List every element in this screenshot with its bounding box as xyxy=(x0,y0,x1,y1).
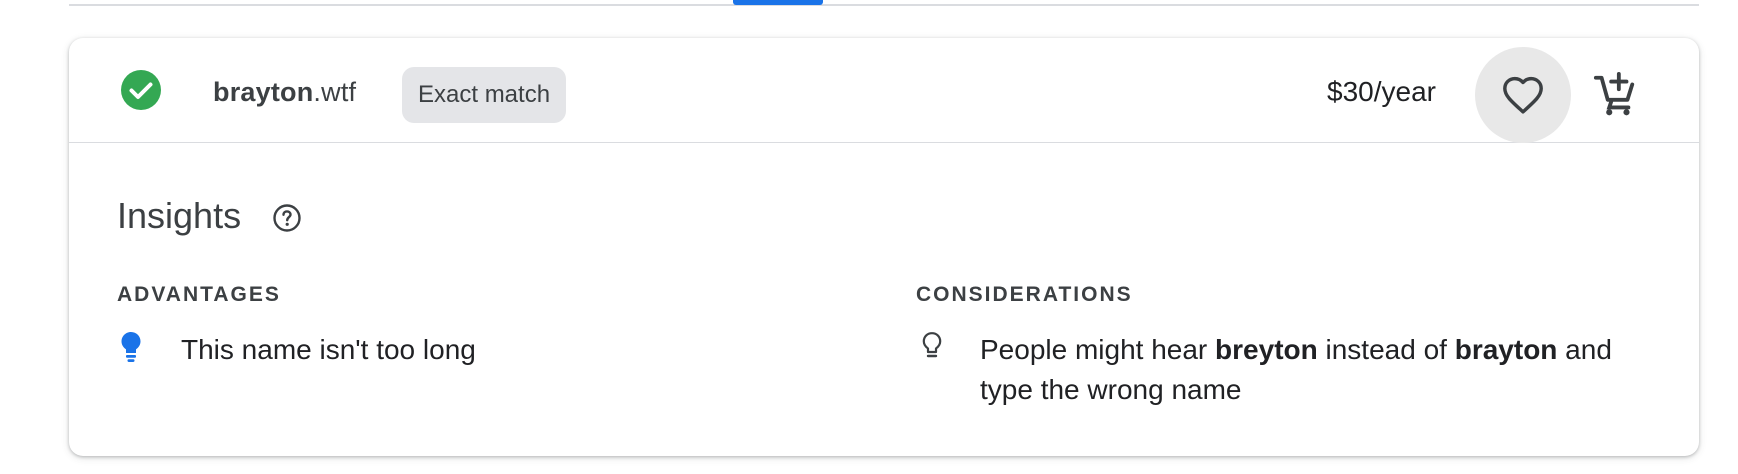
results-divider xyxy=(69,4,1699,6)
check-circle-icon xyxy=(121,70,161,110)
exact-match-chip: Exact match xyxy=(402,67,567,123)
domain-result-header[interactable]: brayton.wtf Exact match $30/year xyxy=(69,38,1699,143)
consideration-text-1: People might hear xyxy=(980,334,1216,365)
domain-sld: brayton xyxy=(213,77,314,107)
consideration-text-2: instead of xyxy=(1317,334,1455,365)
heart-outline-icon xyxy=(1503,76,1543,114)
add-shopping-cart-icon xyxy=(1593,72,1635,116)
lightbulb-filled-icon xyxy=(121,332,141,362)
add-to-cart-button[interactable] xyxy=(1585,65,1645,125)
lightbulb-outline-icon xyxy=(922,332,942,358)
consideration-misheard-name: breyton xyxy=(1215,334,1318,365)
domain-price: $30/year xyxy=(1327,76,1436,107)
active-tab-indicator xyxy=(733,0,823,5)
consideration-item: People might hear breyton instead of bra… xyxy=(980,330,1660,410)
help-circle-icon[interactable] xyxy=(271,202,303,234)
favorite-button[interactable] xyxy=(1475,47,1571,143)
advantage-item: This name isn't too long xyxy=(181,334,476,365)
domain-tld: .wtf xyxy=(313,77,357,107)
consideration-intended-name: brayton xyxy=(1454,334,1558,365)
considerations-label: CONSIDERATIONS xyxy=(916,283,1133,306)
advantages-label: ADVANTAGES xyxy=(117,283,281,306)
insights-title: Insights xyxy=(117,195,242,236)
domain-name: brayton.wtf xyxy=(213,76,356,108)
domain-result-card: brayton.wtf Exact match $30/year Insight… xyxy=(69,38,1699,456)
